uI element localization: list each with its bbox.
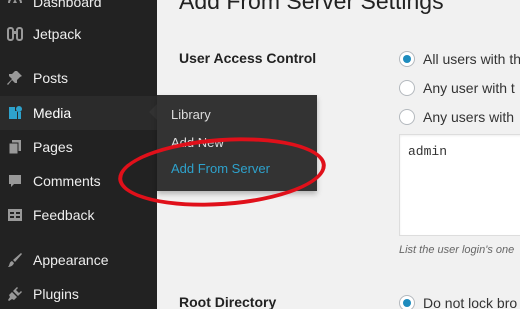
sidebar-item-label: Jetpack [33, 26, 82, 42]
sidebar-item-jetpack[interactable]: Jetpack [0, 17, 157, 51]
radio-button[interactable] [399, 295, 415, 309]
submenu-item-add-from-server[interactable]: Add From Server [171, 161, 270, 176]
root-directory-label: Root Directory [179, 294, 277, 309]
sidebar-item-pages[interactable]: Pages [0, 130, 157, 164]
user-access-option-any-user[interactable]: Any user with t [399, 80, 515, 96]
user-access-option-all[interactable]: All users with th [399, 51, 520, 67]
sidebar-item-label: Pages [33, 139, 73, 155]
radio-label: Any user with t [423, 80, 515, 96]
sidebar-item-feedback[interactable]: Feedback [0, 198, 157, 232]
dashboard-icon [6, 0, 24, 11]
brush-icon [6, 251, 24, 269]
allowed-users-textarea[interactable]: admin [399, 134, 520, 236]
radio-label: All users with th [423, 51, 520, 67]
sidebar-item-label: Plugins [33, 286, 79, 302]
media-submenu-flyout: Library Add New Add From Server [157, 95, 317, 191]
root-directory-option-do-not-lock[interactable]: Do not lock bro [399, 295, 517, 309]
pages-icon [6, 138, 24, 156]
submenu-item-add-new[interactable]: Add New [171, 135, 224, 150]
radio-button[interactable] [399, 51, 415, 67]
sidebar-item-media[interactable]: Media [0, 96, 157, 130]
sidebar-item-label: Posts [33, 70, 69, 86]
plugins-icon [6, 285, 24, 303]
radio-label: Do not lock bro [423, 295, 518, 309]
sidebar-item-label: Feedback [33, 207, 95, 223]
user-access-option-any-users[interactable]: Any users with [399, 109, 514, 125]
users-help-text: List the user login's one [399, 244, 515, 256]
media-icon [6, 104, 24, 122]
sidebar-item-appearance[interactable]: Appearance [0, 243, 157, 277]
user-access-control-label: User Access Control [179, 50, 317, 66]
pin-icon [6, 69, 24, 87]
sidebar-item-label: Media [33, 105, 72, 121]
submenu-item-library[interactable]: Library [171, 107, 211, 122]
sidebar-item-label: Comments [33, 173, 101, 189]
radio-label: Any users with [423, 109, 515, 125]
sidebar-item-label: Dashboard [33, 0, 102, 10]
comments-icon [6, 172, 24, 190]
radio-button[interactable] [399, 80, 415, 96]
radio-button[interactable] [399, 109, 415, 125]
flyout-pointer [149, 104, 157, 120]
sidebar-item-plugins[interactable]: Plugins [0, 277, 157, 309]
admin-sidebar: Dashboard Jetpack Posts Media Pages Comm… [0, 0, 157, 309]
sidebar-item-label: Appearance [33, 252, 109, 268]
jetpack-icon [6, 25, 24, 43]
page-title: Add From Server Settings [179, 0, 444, 14]
sidebar-item-posts[interactable]: Posts [0, 61, 157, 95]
feedback-icon [6, 206, 24, 224]
sidebar-item-comments[interactable]: Comments [0, 164, 157, 198]
